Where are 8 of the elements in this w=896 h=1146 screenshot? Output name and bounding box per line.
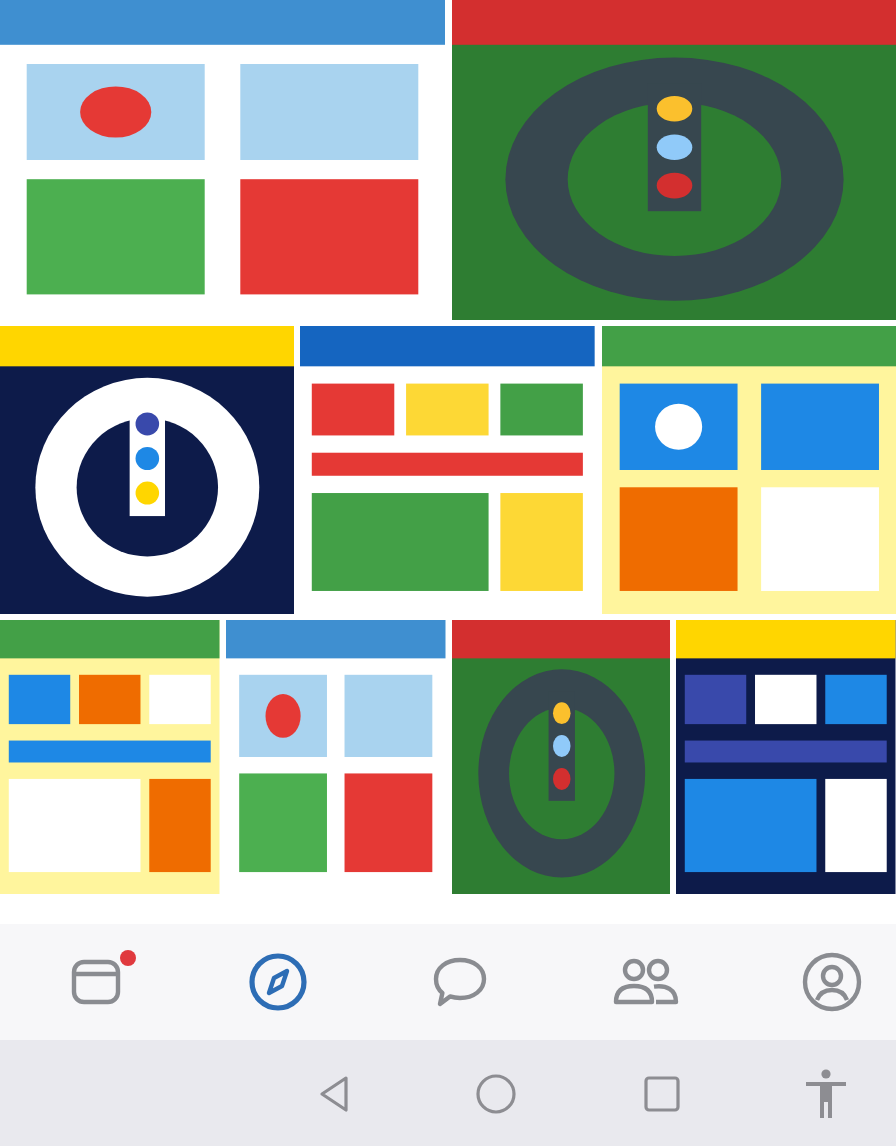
compass-icon <box>245 950 309 1014</box>
notification-dot <box>120 950 136 966</box>
user-icon <box>800 950 864 1014</box>
home-icon <box>474 1071 518 1115</box>
chat-bubble-icon <box>430 952 490 1012</box>
accessibility-icon <box>804 1067 848 1119</box>
recents-icon <box>639 1071 683 1115</box>
window-icon <box>68 954 124 1010</box>
